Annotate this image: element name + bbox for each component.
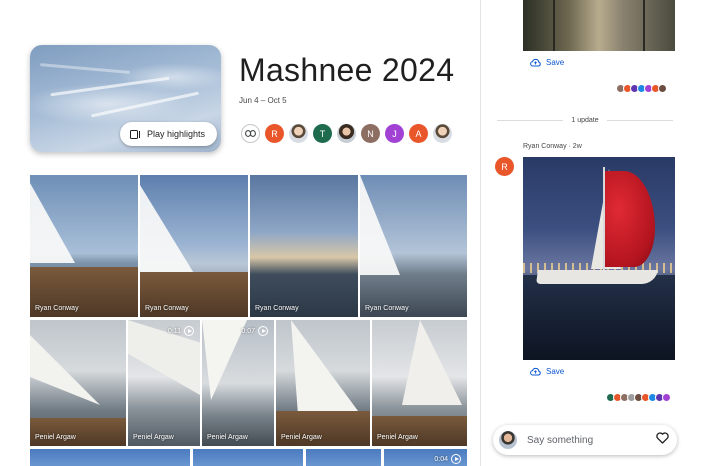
water-shape [523,275,675,360]
play-circle-icon [451,454,461,464]
sail-shape [291,320,361,415]
member-avatar[interactable]: J [385,124,404,143]
save-label: Save [546,58,565,67]
mast-shape [603,167,605,272]
sail-shape [402,320,462,405]
video-duration: 0:07 [241,326,268,336]
photo-caption: Ryan Conway [145,305,189,312]
feed-photo[interactable] [523,0,675,51]
photo-tile[interactable]: Ryan Conway [250,175,358,317]
video-duration: 0:11 [168,326,194,336]
cloud-streak [40,63,130,74]
album-members: R T N J A [241,124,452,144]
save-label: Save [546,367,565,376]
video-tile[interactable]: 0:07 Peniel Argaw [202,320,274,446]
photo-caption: Ryan Conway [255,305,299,312]
deck-shape [30,418,126,446]
member-avatar[interactable]: R [265,124,284,143]
spinnaker-shape [603,171,655,267]
photo-tile[interactable]: Ryan Conway [360,175,467,317]
save-button[interactable]: Save [530,367,564,376]
album-title: Mashnee 2024 [239,52,455,88]
album-cover-photo[interactable]: Play highlights [30,45,221,152]
member-avatar[interactable]: N [361,124,380,143]
album-date-range: Jun 4 – Oct 5 [239,96,287,105]
sail-shape [30,183,75,263]
photo-tile[interactable] [193,449,303,466]
divider-line [606,119,673,121]
play-circle-icon [184,326,194,336]
photo-tile[interactable]: Peniel Argaw [276,320,370,446]
member-avatar[interactable] [433,124,452,143]
photo-caption: Peniel Argaw [35,434,76,441]
update-divider: 1 update [497,114,673,126]
post-author-line: Ryan Conway · 2w [523,143,582,150]
member-avatar[interactable] [337,124,356,143]
member-avatar[interactable]: T [313,124,332,143]
save-button[interactable]: Save [530,58,564,67]
video-tile[interactable]: 0:04 [384,449,467,466]
photo-tile[interactable] [306,449,381,466]
comment-input[interactable] [527,434,656,446]
slideshow-icon [130,129,141,139]
member-avatar[interactable] [289,124,308,143]
post-author-avatar[interactable]: R [495,157,514,176]
heart-icon[interactable] [656,431,669,449]
viewer-avatar [658,84,667,93]
photo-caption: Ryan Conway [365,305,409,312]
viewed-by-avatars[interactable] [616,84,667,93]
photo-tile[interactable]: Peniel Argaw [372,320,467,446]
album-pane: Play highlights Mashnee 2024 Jun 4 – Oct… [0,0,480,466]
activity-feed: Save 1 update Ryan Conway · 2w R Save [481,0,706,466]
rail-shape [643,0,645,51]
video-duration: 0:04 [434,454,461,464]
cloud-save-icon [530,58,541,67]
hull-shape [536,270,658,284]
video-tile[interactable]: 0:11 Peniel Argaw [128,320,200,446]
sail-shape [30,335,100,405]
member-avatar[interactable]: A [409,124,428,143]
divider-line [497,119,564,121]
cloud-streak [50,76,170,97]
deck-shape [372,416,467,446]
photo-tile[interactable]: Ryan Conway [140,175,248,317]
viewed-by-avatars[interactable] [606,393,671,402]
comment-composer [493,425,677,455]
photo-tile[interactable]: Ryan Conway [30,175,138,317]
photo-caption: Peniel Argaw [207,434,248,441]
play-circle-icon [258,326,268,336]
update-count: 1 update [571,116,599,124]
cloud-save-icon [530,367,541,376]
play-highlights-button[interactable]: Play highlights [120,122,218,146]
viewer-avatar [662,393,671,402]
sail-shape [360,175,400,275]
photo-caption: Ryan Conway [35,305,79,312]
current-user-avatar [499,431,517,449]
photo-caption: Peniel Argaw [377,434,418,441]
cloud-streak [90,91,200,118]
link-icon[interactable] [241,124,260,143]
photo-tile[interactable] [30,449,190,466]
play-highlights-label: Play highlights [147,129,206,139]
photo-caption: Peniel Argaw [133,434,174,441]
sail-shape [140,185,195,275]
rail-shape [553,0,555,51]
photo-caption: Peniel Argaw [281,434,322,441]
photo-tile[interactable]: Peniel Argaw [30,320,126,446]
feed-photo[interactable] [523,157,675,360]
